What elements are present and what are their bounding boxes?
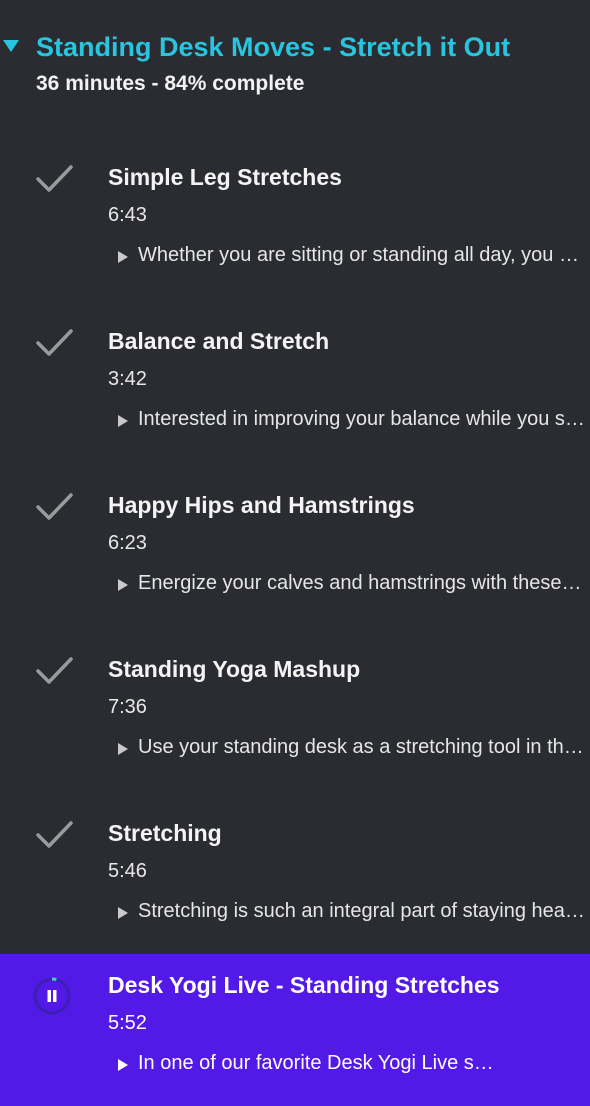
course-title[interactable]: Standing Desk Moves - Stretch it Out <box>36 32 510 63</box>
lesson-title: Simple Leg Stretches <box>108 164 342 190</box>
checkmark-icon <box>36 657 73 684</box>
lesson-duration: 5:46 <box>108 860 147 882</box>
lesson-title: Desk Yogi Live - Standing Stretches <box>108 972 500 998</box>
lesson-title: Balance and Stretch <box>108 328 330 354</box>
lesson-description: In one of our favorite Desk Yogi Live se… <box>138 1052 504 1074</box>
checkmark-icon <box>36 821 73 848</box>
lesson-description: Energize your calves and hamstrings with… <box>138 572 586 594</box>
expand-triangle-icon <box>118 579 128 591</box>
lesson-item[interactable]: Standing Yoga Mashup 7:36 Use your stand… <box>0 638 590 802</box>
course-progress-summary: 36 minutes - 84% complete <box>36 72 305 95</box>
lesson-title: Standing Yoga Mashup <box>108 656 361 682</box>
lesson-item[interactable]: Happy Hips and Hamstrings 6:23 Energize … <box>0 474 590 638</box>
lesson-duration: 5:52 <box>108 1012 147 1034</box>
description-toggle[interactable]: Stretching is such an integral part of s… <box>116 900 586 928</box>
lesson-duration: 7:36 <box>108 696 147 718</box>
lesson-duration: 3:42 <box>108 368 147 390</box>
description-toggle[interactable]: In one of our favorite Desk Yogi Live se… <box>116 1052 506 1080</box>
checkmark-icon <box>36 329 73 356</box>
expand-triangle-icon <box>118 907 128 919</box>
expand-triangle-icon <box>118 1059 128 1071</box>
lesson-item[interactable]: Balance and Stretch 3:42 Interested in i… <box>0 310 590 474</box>
lesson-title: Happy Hips and Hamstrings <box>108 492 415 518</box>
checkmark-icon <box>36 493 73 520</box>
course-header: Standing Desk Moves - Stretch it Out 36 … <box>0 30 590 120</box>
lesson-item-active[interactable]: Desk Yogi Live - Standing Stretches 5:52… <box>0 954 590 1106</box>
lesson-duration: 6:43 <box>108 204 147 226</box>
lesson-description: Use your standing desk as a stretching t… <box>138 736 586 758</box>
lesson-duration: 6:23 <box>108 532 147 554</box>
description-toggle[interactable]: Interested in improving your balance whi… <box>116 408 586 436</box>
checkmark-icon <box>36 165 73 192</box>
lesson-title: Stretching <box>108 820 222 846</box>
collapse-arrow-icon[interactable] <box>3 40 19 52</box>
lesson-description: Whether you are sitting or standing all … <box>138 244 586 266</box>
expand-triangle-icon <box>118 251 128 263</box>
pause-icon[interactable] <box>32 976 72 1016</box>
lesson-description: Stretching is such an integral part of s… <box>138 900 586 922</box>
lesson-item[interactable]: Stretching 5:46 Stretching is such an in… <box>0 802 590 966</box>
description-toggle[interactable]: Whether you are sitting or standing all … <box>116 244 586 272</box>
lesson-item[interactable]: Simple Leg Stretches 6:43 Whether you ar… <box>0 146 590 310</box>
lesson-description: Interested in improving your balance whi… <box>138 408 586 430</box>
expand-triangle-icon <box>118 743 128 755</box>
description-toggle[interactable]: Use your standing desk as a stretching t… <box>116 736 586 764</box>
expand-triangle-icon <box>118 415 128 427</box>
description-toggle[interactable]: Energize your calves and hamstrings with… <box>116 572 586 600</box>
